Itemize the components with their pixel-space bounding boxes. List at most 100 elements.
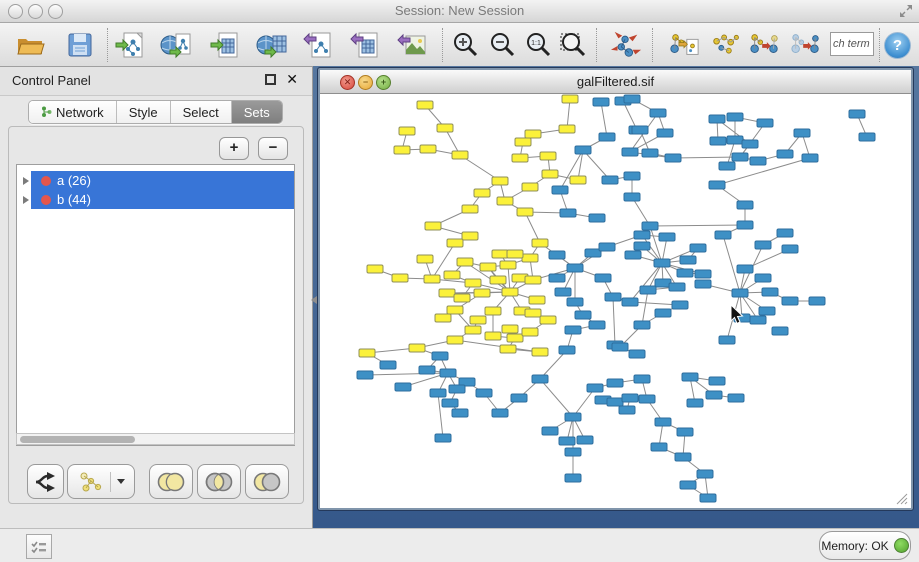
graph-node[interactable]: [654, 259, 670, 267]
graph-node[interactable]: [669, 283, 685, 291]
zoom-out-icon[interactable]: [486, 29, 518, 61]
open-session-icon[interactable]: [14, 29, 46, 61]
graph-node[interactable]: [497, 197, 513, 205]
graph-node[interactable]: [465, 279, 481, 287]
export-image-icon[interactable]: [396, 29, 428, 61]
graph-node[interactable]: [605, 293, 621, 301]
graph-node[interactable]: [695, 280, 711, 288]
graph-node[interactable]: [737, 221, 753, 229]
graph-node[interactable]: [625, 251, 641, 259]
graph-node[interactable]: [762, 288, 778, 296]
graph-node[interactable]: [492, 250, 508, 258]
graph-node[interactable]: [742, 140, 758, 148]
graph-node[interactable]: [485, 332, 501, 340]
graph-node[interactable]: [562, 95, 578, 103]
graph-node[interactable]: [380, 361, 396, 369]
graph-node[interactable]: [700, 494, 716, 502]
graph-node[interactable]: [500, 345, 516, 353]
graph-node[interactable]: [737, 265, 753, 273]
graph-node[interactable]: [555, 288, 571, 296]
graph-node[interactable]: [622, 298, 638, 306]
graph-node[interactable]: [599, 133, 615, 141]
sets-list[interactable]: a (26) b (44): [16, 164, 295, 446]
graph-node[interactable]: [719, 336, 735, 344]
save-session-icon[interactable]: [64, 29, 96, 61]
network-frame-titlebar[interactable]: ✕ − + galFiltered.sif: [320, 70, 911, 94]
graph-node[interactable]: [575, 146, 591, 154]
select-nodes-icon[interactable]: [710, 29, 742, 61]
graph-node[interactable]: [512, 154, 528, 162]
float-panel-icon[interactable]: [265, 74, 276, 85]
apply-layout-icon[interactable]: [610, 29, 642, 61]
graph-node[interactable]: [394, 146, 410, 154]
graph-node[interactable]: [634, 242, 650, 250]
graph-node[interactable]: [607, 379, 623, 387]
graph-node[interactable]: [532, 348, 548, 356]
graph-node[interactable]: [677, 428, 693, 436]
graph-node[interactable]: [447, 239, 463, 247]
graph-node[interactable]: [750, 157, 766, 165]
graph-node[interactable]: [492, 409, 508, 417]
graph-node[interactable]: [640, 286, 656, 294]
graph-node[interactable]: [719, 162, 735, 170]
graph-node[interactable]: [622, 394, 638, 402]
expander-icon[interactable]: [23, 177, 29, 185]
graph-node[interactable]: [690, 244, 706, 252]
graph-node[interactable]: [444, 271, 460, 279]
graph-node[interactable]: [657, 129, 673, 137]
graph-node[interactable]: [440, 369, 456, 377]
import-table-web-icon[interactable]: [256, 29, 288, 61]
graph-node[interactable]: [525, 276, 541, 284]
graph-node[interactable]: [567, 264, 583, 272]
graph-node[interactable]: [470, 316, 486, 324]
graph-node[interactable]: [651, 443, 667, 451]
graph-node[interactable]: [672, 301, 688, 309]
tab-style[interactable]: Style: [117, 101, 171, 123]
graph-node[interactable]: [809, 297, 825, 305]
graph-node[interactable]: [449, 385, 465, 393]
import-table-file-icon[interactable]: [209, 29, 241, 61]
graph-node[interactable]: [755, 274, 771, 282]
graph-node[interactable]: [500, 261, 516, 269]
graph-node[interactable]: [565, 474, 581, 482]
horizontal-scrollbar[interactable]: [16, 433, 295, 445]
graph-node[interactable]: [728, 394, 744, 402]
graph-node[interactable]: [359, 349, 375, 357]
fullscreen-icon[interactable]: [899, 4, 913, 18]
graph-node[interactable]: [565, 448, 581, 456]
graph-node[interactable]: [589, 321, 605, 329]
graph-node[interactable]: [577, 436, 593, 444]
graph-node[interactable]: [507, 250, 523, 258]
graph-node[interactable]: [772, 327, 788, 335]
export-network-icon[interactable]: [302, 29, 334, 61]
graph-node[interactable]: [675, 453, 691, 461]
graph-node[interactable]: [802, 154, 818, 162]
graph-node[interactable]: [709, 181, 725, 189]
graph-node[interactable]: [560, 209, 576, 217]
graph-node[interactable]: [424, 275, 440, 283]
graph-node[interactable]: [642, 149, 658, 157]
graph-node[interactable]: [540, 152, 556, 160]
graph-node[interactable]: [559, 125, 575, 133]
graph-node[interactable]: [367, 265, 383, 273]
graph-node[interactable]: [709, 115, 725, 123]
scrollbar-thumb[interactable]: [20, 436, 135, 443]
graph-node[interactable]: [677, 269, 693, 277]
graph-node[interactable]: [474, 289, 490, 297]
graph-node[interactable]: [525, 309, 541, 317]
set-row-b[interactable]: b (44): [17, 190, 294, 209]
graph-node[interactable]: [442, 399, 458, 407]
graph-node[interactable]: [624, 193, 640, 201]
graph-node[interactable]: [595, 274, 611, 282]
graph-node[interactable]: [447, 306, 463, 314]
graph-node[interactable]: [622, 148, 638, 156]
graph-node[interactable]: [697, 470, 713, 478]
graph-node[interactable]: [602, 176, 618, 184]
show-all-icon[interactable]: [790, 29, 822, 61]
graph-node[interactable]: [392, 274, 408, 282]
graph-node[interactable]: [522, 328, 538, 336]
difference-button[interactable]: [245, 464, 289, 499]
graph-node[interactable]: [525, 130, 541, 138]
graph-node[interactable]: [565, 413, 581, 421]
graph-node[interactable]: [639, 395, 655, 403]
